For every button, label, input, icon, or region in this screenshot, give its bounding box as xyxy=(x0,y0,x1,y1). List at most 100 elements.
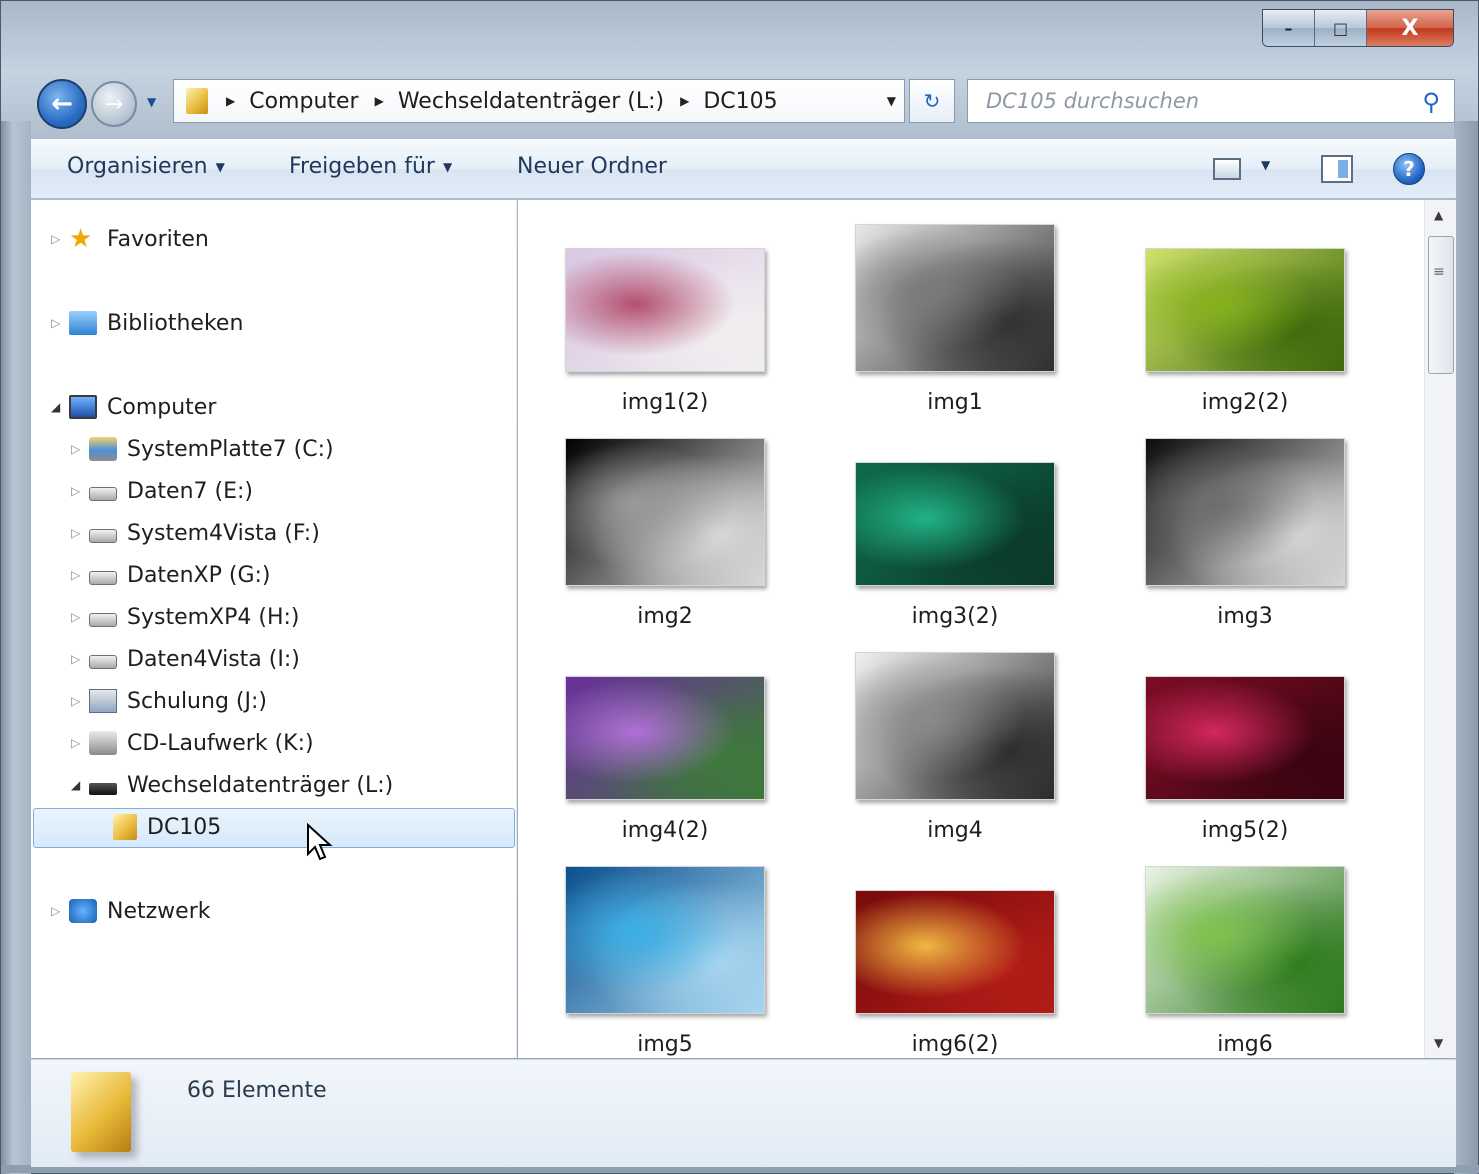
chevron-down-icon: ▼ xyxy=(215,160,225,174)
file-item[interactable]: img4(2) xyxy=(540,652,790,852)
share-menu[interactable]: Freigeben für ▼ xyxy=(289,154,452,179)
expand-arrow-icon[interactable]: ▷ xyxy=(51,232,67,246)
breadcrumb-separator-icon[interactable]: ▶ xyxy=(226,94,235,108)
forward-arrow-icon: → xyxy=(104,91,124,117)
address-history-dropdown[interactable]: ▼ xyxy=(887,94,896,108)
hard-drive-icon xyxy=(89,655,117,669)
folder-icon xyxy=(113,814,137,840)
expand-arrow-icon[interactable]: ▷ xyxy=(71,526,87,540)
expand-arrow-icon[interactable]: ▷ xyxy=(51,316,67,330)
breadcrumb-separator-icon[interactable]: ▶ xyxy=(375,94,384,108)
image-thumbnail[interactable] xyxy=(855,652,1055,800)
expand-arrow-icon[interactable]: ▷ xyxy=(71,610,87,624)
collapse-arrow-icon[interactable]: ◢ xyxy=(51,400,67,414)
tree-item-drive-e[interactable]: ▷ Daten7 (E:) xyxy=(71,474,253,508)
image-thumbnail[interactable] xyxy=(855,224,1055,372)
expand-arrow-icon[interactable]: ▷ xyxy=(71,442,87,456)
expand-arrow-icon[interactable]: ▷ xyxy=(71,694,87,708)
preview-pane-button[interactable] xyxy=(1321,154,1353,184)
tree-item-favorites[interactable]: ▷ ★ Favoriten xyxy=(51,222,209,256)
expand-arrow-icon[interactable]: ▷ xyxy=(71,652,87,666)
refresh-button[interactable]: ↻ xyxy=(909,79,955,123)
address-bar[interactable]: ▶ Computer ▶ Wechseldatenträger (L:) ▶ D… xyxy=(173,79,905,123)
scrollbar-thumb[interactable] xyxy=(1428,236,1454,374)
image-thumbnail[interactable] xyxy=(1145,866,1345,1014)
image-thumbnail[interactable] xyxy=(565,248,765,372)
tree-item-label: DatenXP (G:) xyxy=(127,562,271,588)
search-icon[interactable]: ⚲ xyxy=(1422,88,1440,116)
system-drive-icon xyxy=(89,437,117,461)
image-thumbnail[interactable] xyxy=(565,438,765,586)
recent-pages-dropdown[interactable]: ▼ xyxy=(147,95,156,109)
file-item[interactable]: img3(2) xyxy=(830,438,1080,638)
file-item[interactable]: img5 xyxy=(540,866,790,1058)
breadcrumb-removable-drive[interactable]: Wechseldatenträger (L:) xyxy=(398,89,664,114)
tree-item-label: Computer xyxy=(107,394,217,420)
organize-menu[interactable]: Organisieren ▼ xyxy=(67,154,225,179)
collapse-arrow-icon[interactable]: ◢ xyxy=(71,778,87,792)
change-view-button[interactable] xyxy=(1213,154,1241,184)
cd-drive-icon xyxy=(89,731,117,755)
breadcrumb-computer[interactable]: Computer xyxy=(249,89,358,114)
file-name: img4(2) xyxy=(621,818,709,843)
tree-item-dc105[interactable]: DC105 xyxy=(111,810,221,844)
breadcrumb-dc105[interactable]: DC105 xyxy=(703,89,777,114)
scroll-up-icon[interactable]: ▲ xyxy=(1434,208,1443,222)
scroll-down-icon[interactable]: ▼ xyxy=(1434,1036,1443,1050)
image-thumbnail[interactable] xyxy=(565,676,765,800)
tree-item-libraries[interactable]: ▷ Bibliotheken xyxy=(51,306,243,340)
file-item[interactable]: img1(2) xyxy=(540,224,790,424)
tree-item-drive-g[interactable]: ▷ DatenXP (G:) xyxy=(71,558,270,592)
help-button[interactable]: ? xyxy=(1393,153,1425,185)
tree-item-label: Daten7 (E:) xyxy=(127,478,253,504)
file-item[interactable]: img2 xyxy=(540,438,790,638)
tree-item-label: Daten4Vista (I:) xyxy=(127,646,300,672)
expand-arrow-icon[interactable]: ▷ xyxy=(71,484,87,498)
tree-item-drive-k[interactable]: ▷ CD-Laufwerk (K:) xyxy=(71,726,314,760)
search-box[interactable]: ⚲ xyxy=(967,79,1455,123)
forward-button[interactable]: → xyxy=(91,81,137,127)
image-thumbnail[interactable] xyxy=(1145,248,1345,372)
tree-item-drive-j[interactable]: ▷ Schulung (J:) xyxy=(71,684,267,718)
vertical-scrollbar[interactable]: ▲ ≡ ▼ xyxy=(1424,200,1456,1058)
folder-icon xyxy=(71,1072,131,1152)
file-name: img2 xyxy=(637,604,693,629)
image-thumbnail[interactable] xyxy=(565,866,765,1014)
file-name: img6(2) xyxy=(911,1032,999,1057)
expand-arrow-icon[interactable]: ▷ xyxy=(71,736,87,750)
expand-arrow-icon[interactable]: ▷ xyxy=(51,904,67,918)
file-item[interactable]: img4 xyxy=(830,652,1080,852)
file-item[interactable]: img1 xyxy=(830,224,1080,424)
file-item[interactable]: img2(2) xyxy=(1120,224,1370,424)
expand-arrow-icon[interactable]: ▷ xyxy=(71,568,87,582)
file-item[interactable]: img5(2) xyxy=(1120,652,1370,852)
maximize-button[interactable]: □ xyxy=(1315,10,1367,46)
image-thumbnail[interactable] xyxy=(855,890,1055,1014)
search-input[interactable] xyxy=(986,89,1386,113)
tree-item-network[interactable]: ▷ Netzwerk xyxy=(51,894,210,928)
image-thumbnail[interactable] xyxy=(1145,438,1345,586)
tree-item-drive-i[interactable]: ▷ Daten4Vista (I:) xyxy=(71,642,300,676)
view-options-dropdown[interactable]: ▼ xyxy=(1261,158,1270,172)
tree-item-drive-c[interactable]: ▷ SystemPlatte7 (C:) xyxy=(71,432,334,466)
new-folder-button[interactable]: Neuer Ordner xyxy=(517,154,667,179)
file-item[interactable]: img6 xyxy=(1120,866,1370,1058)
hard-drive-icon xyxy=(89,613,117,627)
tree-item-label: SystemXP4 (H:) xyxy=(127,604,300,630)
minimize-button[interactable]: – xyxy=(1263,10,1315,46)
tree-item-computer[interactable]: ◢ Computer xyxy=(51,390,216,424)
file-item[interactable]: img3 xyxy=(1120,438,1370,638)
tree-item-drive-h[interactable]: ▷ SystemXP4 (H:) xyxy=(71,600,300,634)
command-bar: Organisieren ▼ Freigeben für ▼ Neuer Ordne… xyxy=(31,139,1456,199)
breadcrumb-separator-icon[interactable]: ▶ xyxy=(680,94,689,108)
help-glyph: ? xyxy=(1403,157,1415,181)
tree-item-drive-f[interactable]: ▷ System4Vista (F:) xyxy=(71,516,320,550)
file-item[interactable]: img6(2) xyxy=(830,866,1080,1058)
back-button[interactable]: ← xyxy=(37,79,87,129)
tree-item-label: Netzwerk xyxy=(107,898,211,924)
image-thumbnail[interactable] xyxy=(1145,676,1345,800)
tree-item-drive-l[interactable]: ◢ Wechseldatenträger (L:) xyxy=(71,768,393,802)
close-button[interactable]: X xyxy=(1367,10,1453,46)
image-thumbnail[interactable] xyxy=(855,462,1055,586)
details-pane: 66 Elemente xyxy=(31,1059,1456,1167)
